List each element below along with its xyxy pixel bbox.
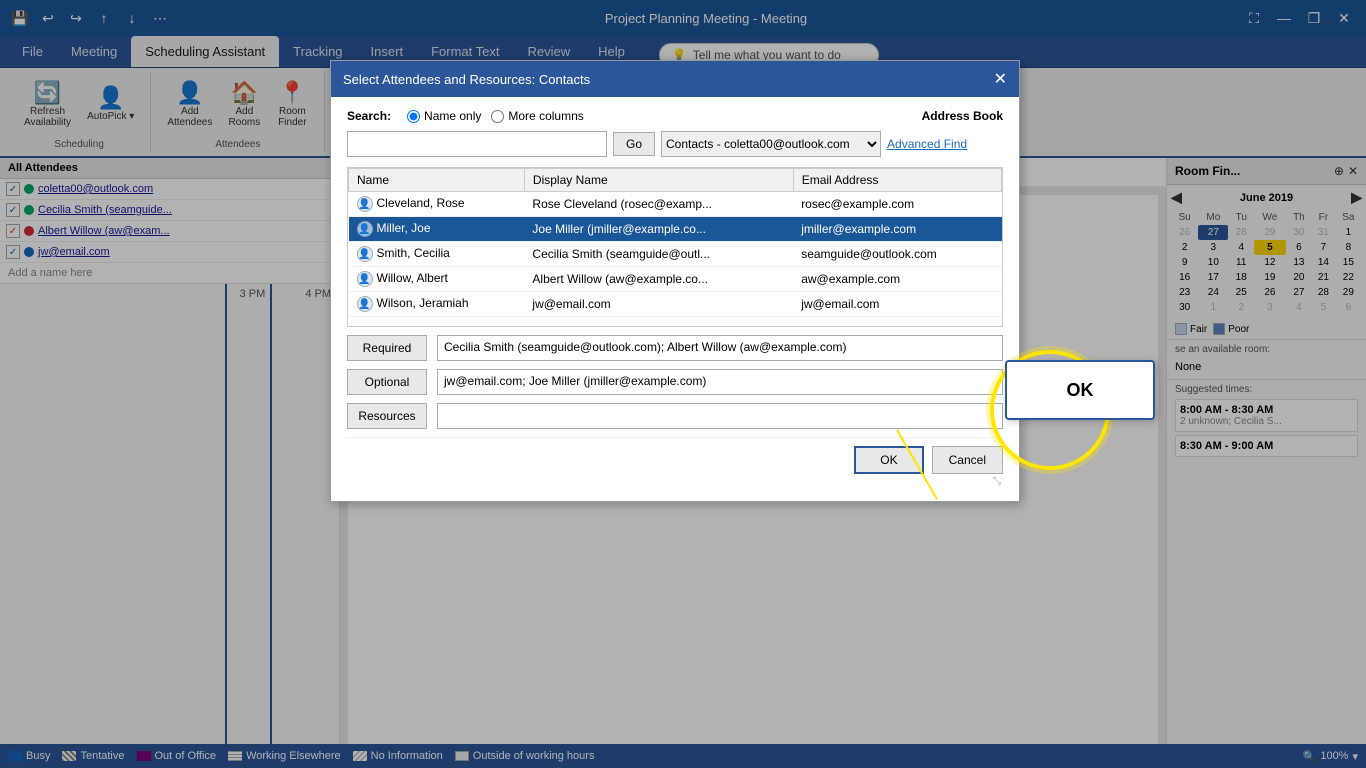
radio-name-only-input[interactable] (407, 110, 420, 123)
optional-field[interactable]: jw@email.com; Joe Miller (jmiller@exampl… (437, 369, 1003, 395)
required-button[interactable]: Required (347, 335, 427, 361)
contact-row[interactable]: 👤Wilson, Jeramiah jw@email.com jw@email.… (349, 292, 1002, 317)
required-field[interactable]: Cecilia Smith (seamguide@outlook.com); A… (437, 335, 1003, 361)
modal-close-button[interactable]: ✕ (994, 69, 1007, 89)
contact-email: jmiller@example.com (793, 217, 1001, 242)
contact-name: 👤Miller, Joe (349, 217, 525, 242)
modal-cancel-button[interactable]: Cancel (932, 446, 1003, 474)
advanced-find-link[interactable]: Advanced Find (887, 137, 967, 151)
radio-more-columns[interactable]: More columns (491, 109, 583, 123)
contact-email: seamguide@outlook.com (793, 242, 1001, 267)
ok-large-button[interactable]: OK (1005, 360, 1155, 420)
modal-ok-button[interactable]: OK (854, 446, 923, 474)
contact-icon: 👤 (357, 246, 373, 262)
resources-button[interactable]: Resources (347, 403, 427, 429)
search-label: Search: (347, 109, 391, 123)
contact-display: jw@email.com (524, 292, 793, 317)
contact-email: aw@example.com (793, 267, 1001, 292)
select-attendees-modal: Select Attendees and Resources: Contacts… (330, 60, 1020, 502)
col-name: Name (349, 169, 525, 192)
contacts-table: Name Display Name Email Address 👤Clevela… (348, 168, 1002, 317)
modal-buttons: OK Cancel (347, 437, 1003, 474)
contact-row[interactable]: 👤Smith, Cecilia Cecilia Smith (seamguide… (349, 242, 1002, 267)
optional-row: Optional jw@email.com; Joe Miller (jmill… (347, 369, 1003, 395)
col-email: Email Address (793, 169, 1001, 192)
contact-icon: 👤 (357, 271, 373, 287)
modal-title: Select Attendees and Resources: Contacts (343, 72, 590, 87)
radio-more-columns-label: More columns (508, 109, 583, 123)
required-row: Required Cecilia Smith (seamguide@outloo… (347, 335, 1003, 361)
contact-icon: 👤 (357, 296, 373, 312)
contact-row[interactable]: 👤Cleveland, Rose Rose Cleveland (rosec@e… (349, 192, 1002, 217)
contact-name: 👤Willow, Albert (349, 267, 525, 292)
resize-handle[interactable]: ⤡ (347, 474, 1003, 489)
resize-icon: ⤡ (993, 476, 1001, 487)
ok-large-label: OK (1067, 380, 1094, 400)
contact-email: rosec@example.com (793, 192, 1001, 217)
contact-display: Joe Miller (jmiller@example.co... (524, 217, 793, 242)
address-book-label: Address Book (922, 109, 1003, 123)
contact-display: Cecilia Smith (seamguide@outl... (524, 242, 793, 267)
contact-icon: 👤 (357, 221, 373, 237)
contact-display: Rose Cleveland (rosec@examp... (524, 192, 793, 217)
go-button[interactable]: Go (613, 132, 655, 156)
resources-row: Resources (347, 403, 1003, 429)
radio-name-only-label: Name only (424, 109, 481, 123)
radio-group: Name only More columns (407, 109, 584, 123)
address-book-dropdown[interactable]: Contacts - coletta00@outlook.com (661, 131, 881, 157)
modal-title-bar: Select Attendees and Resources: Contacts… (331, 61, 1019, 97)
optional-button[interactable]: Optional (347, 369, 427, 395)
search-input[interactable] (347, 131, 607, 157)
radio-name-only[interactable]: Name only (407, 109, 481, 123)
contact-name: 👤Smith, Cecilia (349, 242, 525, 267)
contact-name: 👤Wilson, Jeramiah (349, 292, 525, 317)
contact-icon: 👤 (357, 196, 373, 212)
contact-email: jw@email.com (793, 292, 1001, 317)
contact-display: Albert Willow (aw@example.co... (524, 267, 793, 292)
search-row: Search: Name only More columns Address B… (347, 109, 1003, 123)
contacts-table-container: Name Display Name Email Address 👤Clevela… (347, 167, 1003, 327)
resources-field[interactable] (437, 403, 1003, 429)
contact-name: 👤Cleveland, Rose (349, 192, 525, 217)
col-display-name: Display Name (524, 169, 793, 192)
modal-body: Search: Name only More columns Address B… (331, 97, 1019, 501)
contact-row[interactable]: 👤Willow, Albert Albert Willow (aw@exampl… (349, 267, 1002, 292)
contact-row-selected[interactable]: 👤Miller, Joe Joe Miller (jmiller@example… (349, 217, 1002, 242)
radio-more-columns-input[interactable] (491, 110, 504, 123)
search-input-row: Go Contacts - coletta00@outlook.com Adva… (347, 131, 1003, 157)
modal-overlay: Select Attendees and Resources: Contacts… (0, 0, 1366, 768)
